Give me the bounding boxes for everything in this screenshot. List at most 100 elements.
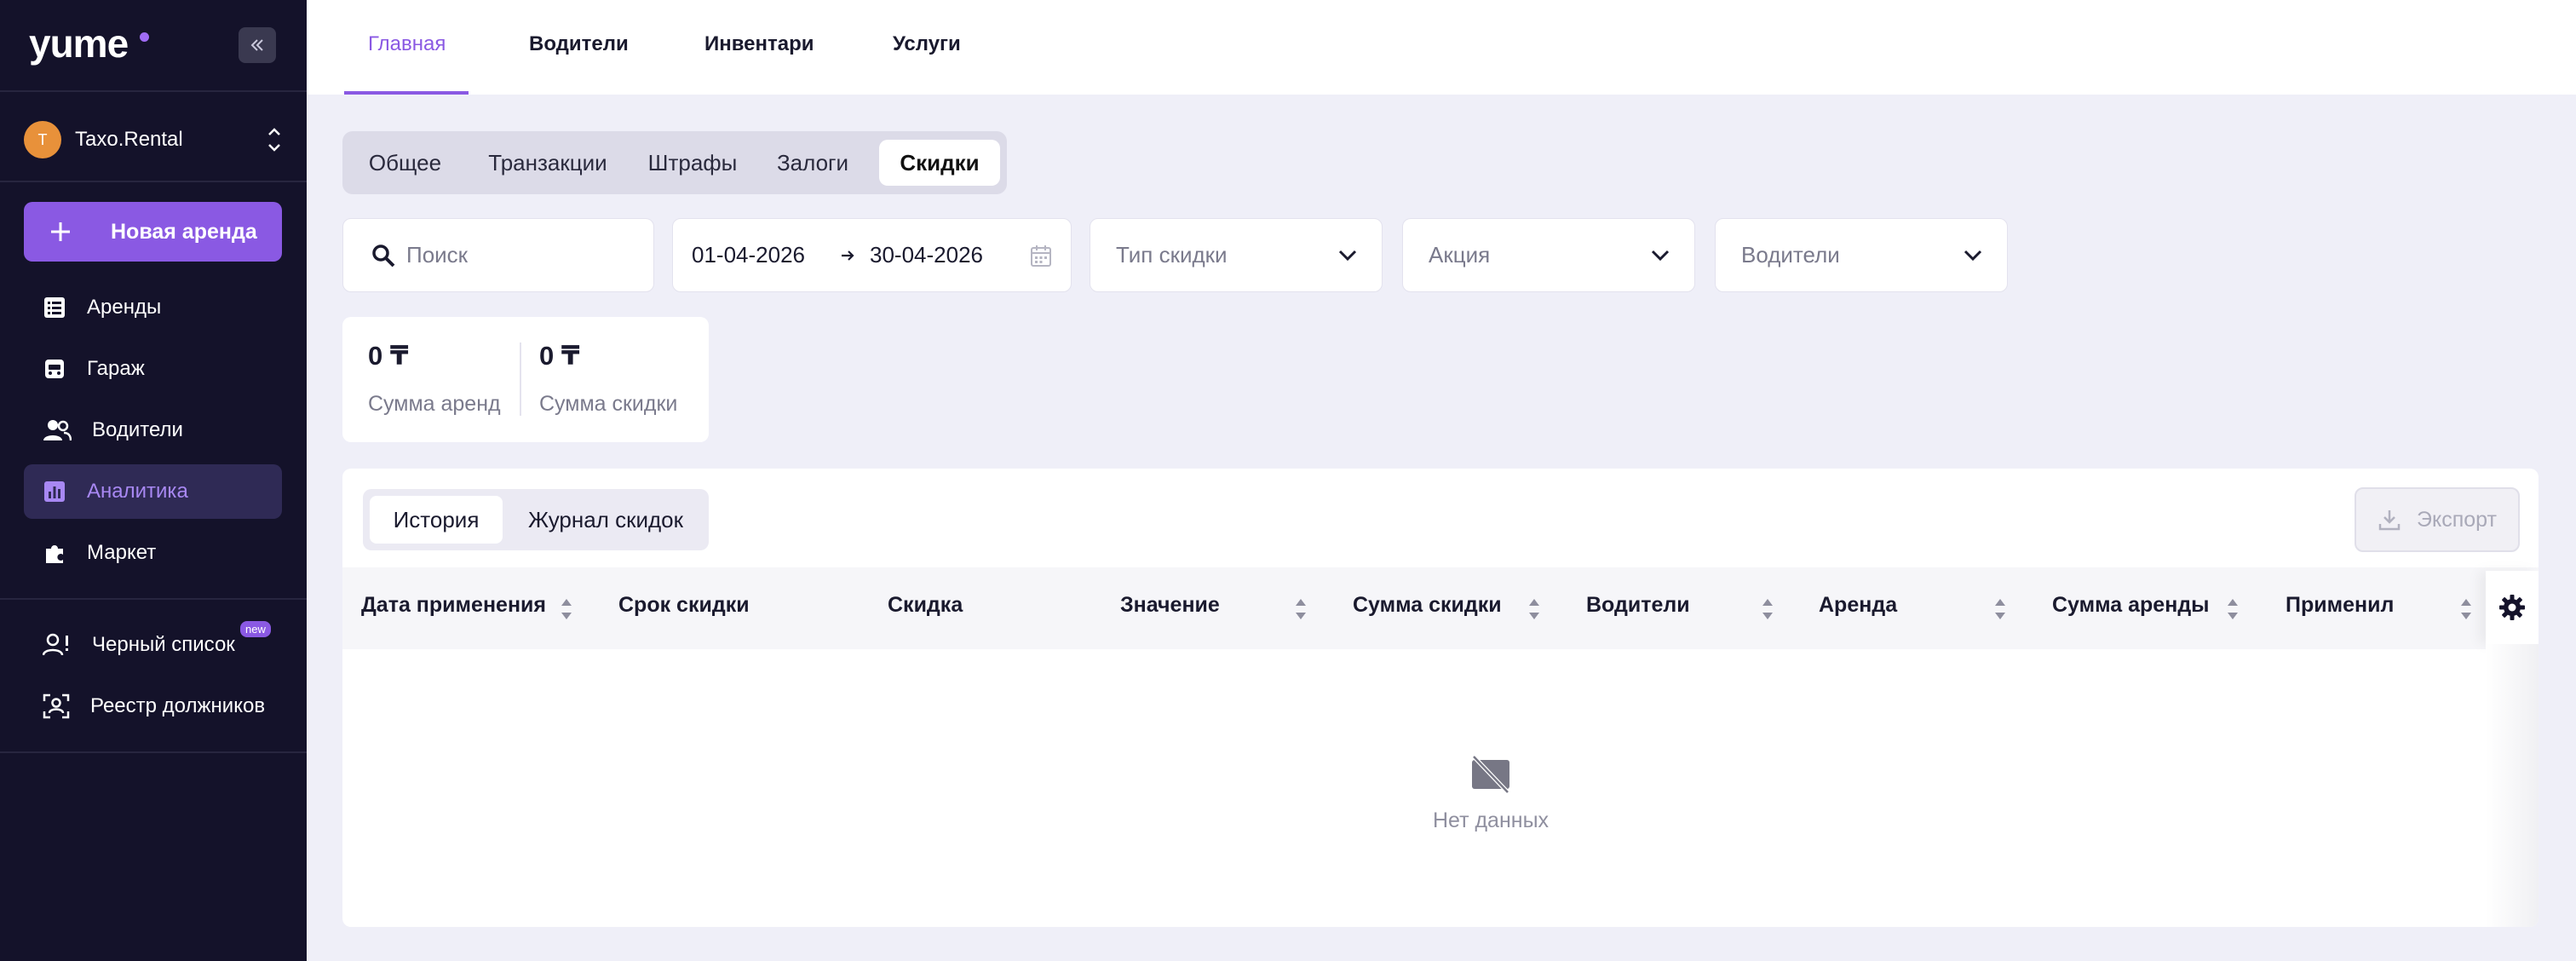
empty-state: Нет данных (1380, 755, 1601, 833)
sidebar-divider (0, 751, 307, 753)
chevron-down-icon (1651, 250, 1670, 262)
org-avatar: T (24, 121, 61, 158)
search-input[interactable]: Поиск (342, 218, 654, 292)
export-label: Экспорт (2417, 507, 2497, 532)
sort-icon[interactable] (1994, 595, 2006, 624)
sidebar-item-label: Реестр должников (90, 694, 266, 717)
sidebar-divider (0, 598, 307, 600)
analytics-section-tabs: Общее Транзакции Штрафы Залоги Скидки (342, 131, 1007, 194)
sidebar-item-label: Аналитика (87, 480, 188, 503)
sort-icon[interactable] (1762, 595, 1774, 624)
sidebar-item-label: Аренды (87, 296, 162, 319)
tab-inventory[interactable]: Инвентари (704, 32, 814, 56)
summary-card: 0 ₸ Сумма аренд 0 ₸ Сумма скидки (342, 317, 709, 442)
collapse-sidebar-button[interactable] (239, 27, 276, 63)
discount-type-select[interactable]: Тип скидки (1090, 218, 1383, 292)
double-chevron-left-icon (250, 39, 263, 51)
discount-sum-value: 0 ₸ (539, 341, 580, 371)
promo-select[interactable]: Акция (1402, 218, 1695, 292)
sort-icon[interactable] (2227, 595, 2239, 624)
sidebar-item-rentals[interactable]: Аренды (24, 280, 282, 335)
sidebar-item-label: Гараж (87, 357, 145, 380)
scroll-shadow (2486, 644, 2539, 927)
sort-icon[interactable] (2460, 595, 2472, 624)
column-settings-button[interactable] (2486, 571, 2539, 644)
column-header[interactable]: Водители (1586, 593, 1690, 618)
drivers-placeholder: Водители (1741, 242, 1840, 268)
active-tab-indicator (344, 91, 469, 95)
column-header[interactable]: Сумма скидки (1353, 593, 1502, 618)
sidebar: yume T Taxo.Rental Новая аренда Аренды Г… (0, 0, 307, 961)
list-icon (44, 297, 65, 318)
chevron-down-icon (1964, 250, 1982, 262)
sidebar-item-label: Черный список (92, 633, 235, 656)
user-block-icon (43, 633, 68, 656)
sort-icon[interactable] (561, 595, 572, 624)
new-rent-button[interactable]: Новая аренда (24, 202, 282, 262)
date-to: 30-04-2026 (870, 242, 983, 268)
rent-sum-value: 0 ₸ (368, 341, 409, 371)
column-header[interactable]: Срок скидки (618, 593, 750, 618)
tab-deposits[interactable]: Залоги (758, 140, 867, 186)
column-header[interactable]: Применил (2286, 593, 2394, 618)
discount-sum-label: Сумма скидки (539, 392, 678, 416)
sidebar-item-debtors[interactable]: Реестр должников (24, 679, 282, 734)
tab-history[interactable]: История (370, 496, 503, 544)
new-rent-label: Новая аренда (111, 219, 257, 244)
chevron-down-icon (1338, 250, 1357, 262)
column-header[interactable]: Дата применения (361, 593, 546, 618)
tab-discounts[interactable]: Скидки (879, 140, 1000, 186)
sidebar-item-analytics[interactable]: Аналитика (24, 464, 282, 519)
export-button[interactable]: Экспорт (2355, 487, 2520, 552)
org-switcher[interactable]: T Taxo.Rental (24, 119, 285, 160)
plus-icon (51, 222, 70, 241)
tab-general[interactable]: Общее (353, 140, 457, 186)
table-header: Дата применения Срок скидки Скидка Значе… (342, 567, 2539, 649)
tab-drivers[interactable]: Водители (529, 32, 629, 56)
column-header[interactable]: Аренда (1819, 593, 1897, 618)
arrow-right-icon (842, 250, 854, 261)
sidebar-item-market[interactable]: Маркет (24, 526, 282, 580)
tab-services[interactable]: Услуги (893, 32, 961, 56)
sort-icon[interactable] (1295, 595, 1307, 624)
new-badge: new (240, 621, 271, 637)
stats-divider (520, 342, 521, 416)
top-tabs: Главная Водители Инвентари Услуги (307, 0, 2576, 95)
sidebar-item-blacklist[interactable]: Черный список new (24, 618, 282, 672)
puzzle-icon (46, 545, 63, 563)
chart-icon (44, 481, 65, 502)
drivers-select[interactable]: Водители (1715, 218, 2008, 292)
users-icon (43, 420, 72, 441)
table-view-tabs: История Журнал скидок (363, 489, 709, 550)
discount-type-placeholder: Тип скидки (1116, 242, 1228, 268)
promo-placeholder: Акция (1429, 242, 1491, 268)
brand-logo-dot (140, 32, 149, 42)
tab-transactions[interactable]: Транзакции (467, 140, 629, 186)
calendar-icon (1031, 245, 1051, 267)
org-name: Taxo.Rental (75, 128, 183, 151)
column-header[interactable]: Значение (1120, 593, 1220, 618)
sidebar-item-label: Водители (92, 418, 183, 441)
discounts-table-panel: История Журнал скидок Экспорт Дата приме… (342, 469, 2539, 927)
search-placeholder: Поиск (406, 242, 469, 268)
user-scan-icon (43, 693, 70, 719)
column-header[interactable]: Скидка (888, 593, 963, 618)
car-icon (45, 360, 64, 378)
search-icon (372, 244, 395, 267)
brand-logo: yume (29, 21, 129, 66)
sidebar-item-garage[interactable]: Гараж (24, 342, 282, 396)
sidebar-item-label: Маркет (87, 541, 157, 564)
download-icon (2378, 510, 2401, 531)
no-data-icon (1472, 755, 1509, 794)
tab-main[interactable]: Главная (368, 32, 446, 56)
rent-sum-label: Сумма аренд (368, 392, 501, 416)
sidebar-divider (0, 90, 307, 92)
tab-discount-log[interactable]: Журнал скидок (509, 496, 702, 544)
sidebar-divider (0, 181, 307, 182)
column-header[interactable]: Сумма аренды (2052, 593, 2210, 618)
tab-fines[interactable]: Штрафы (637, 140, 748, 186)
sidebar-item-drivers[interactable]: Водители (24, 403, 282, 457)
date-range-picker[interactable]: 01-04-2026 30-04-2026 (672, 218, 1072, 292)
empty-state-text: Нет данных (1432, 809, 1550, 832)
sort-icon[interactable] (1528, 595, 1540, 624)
